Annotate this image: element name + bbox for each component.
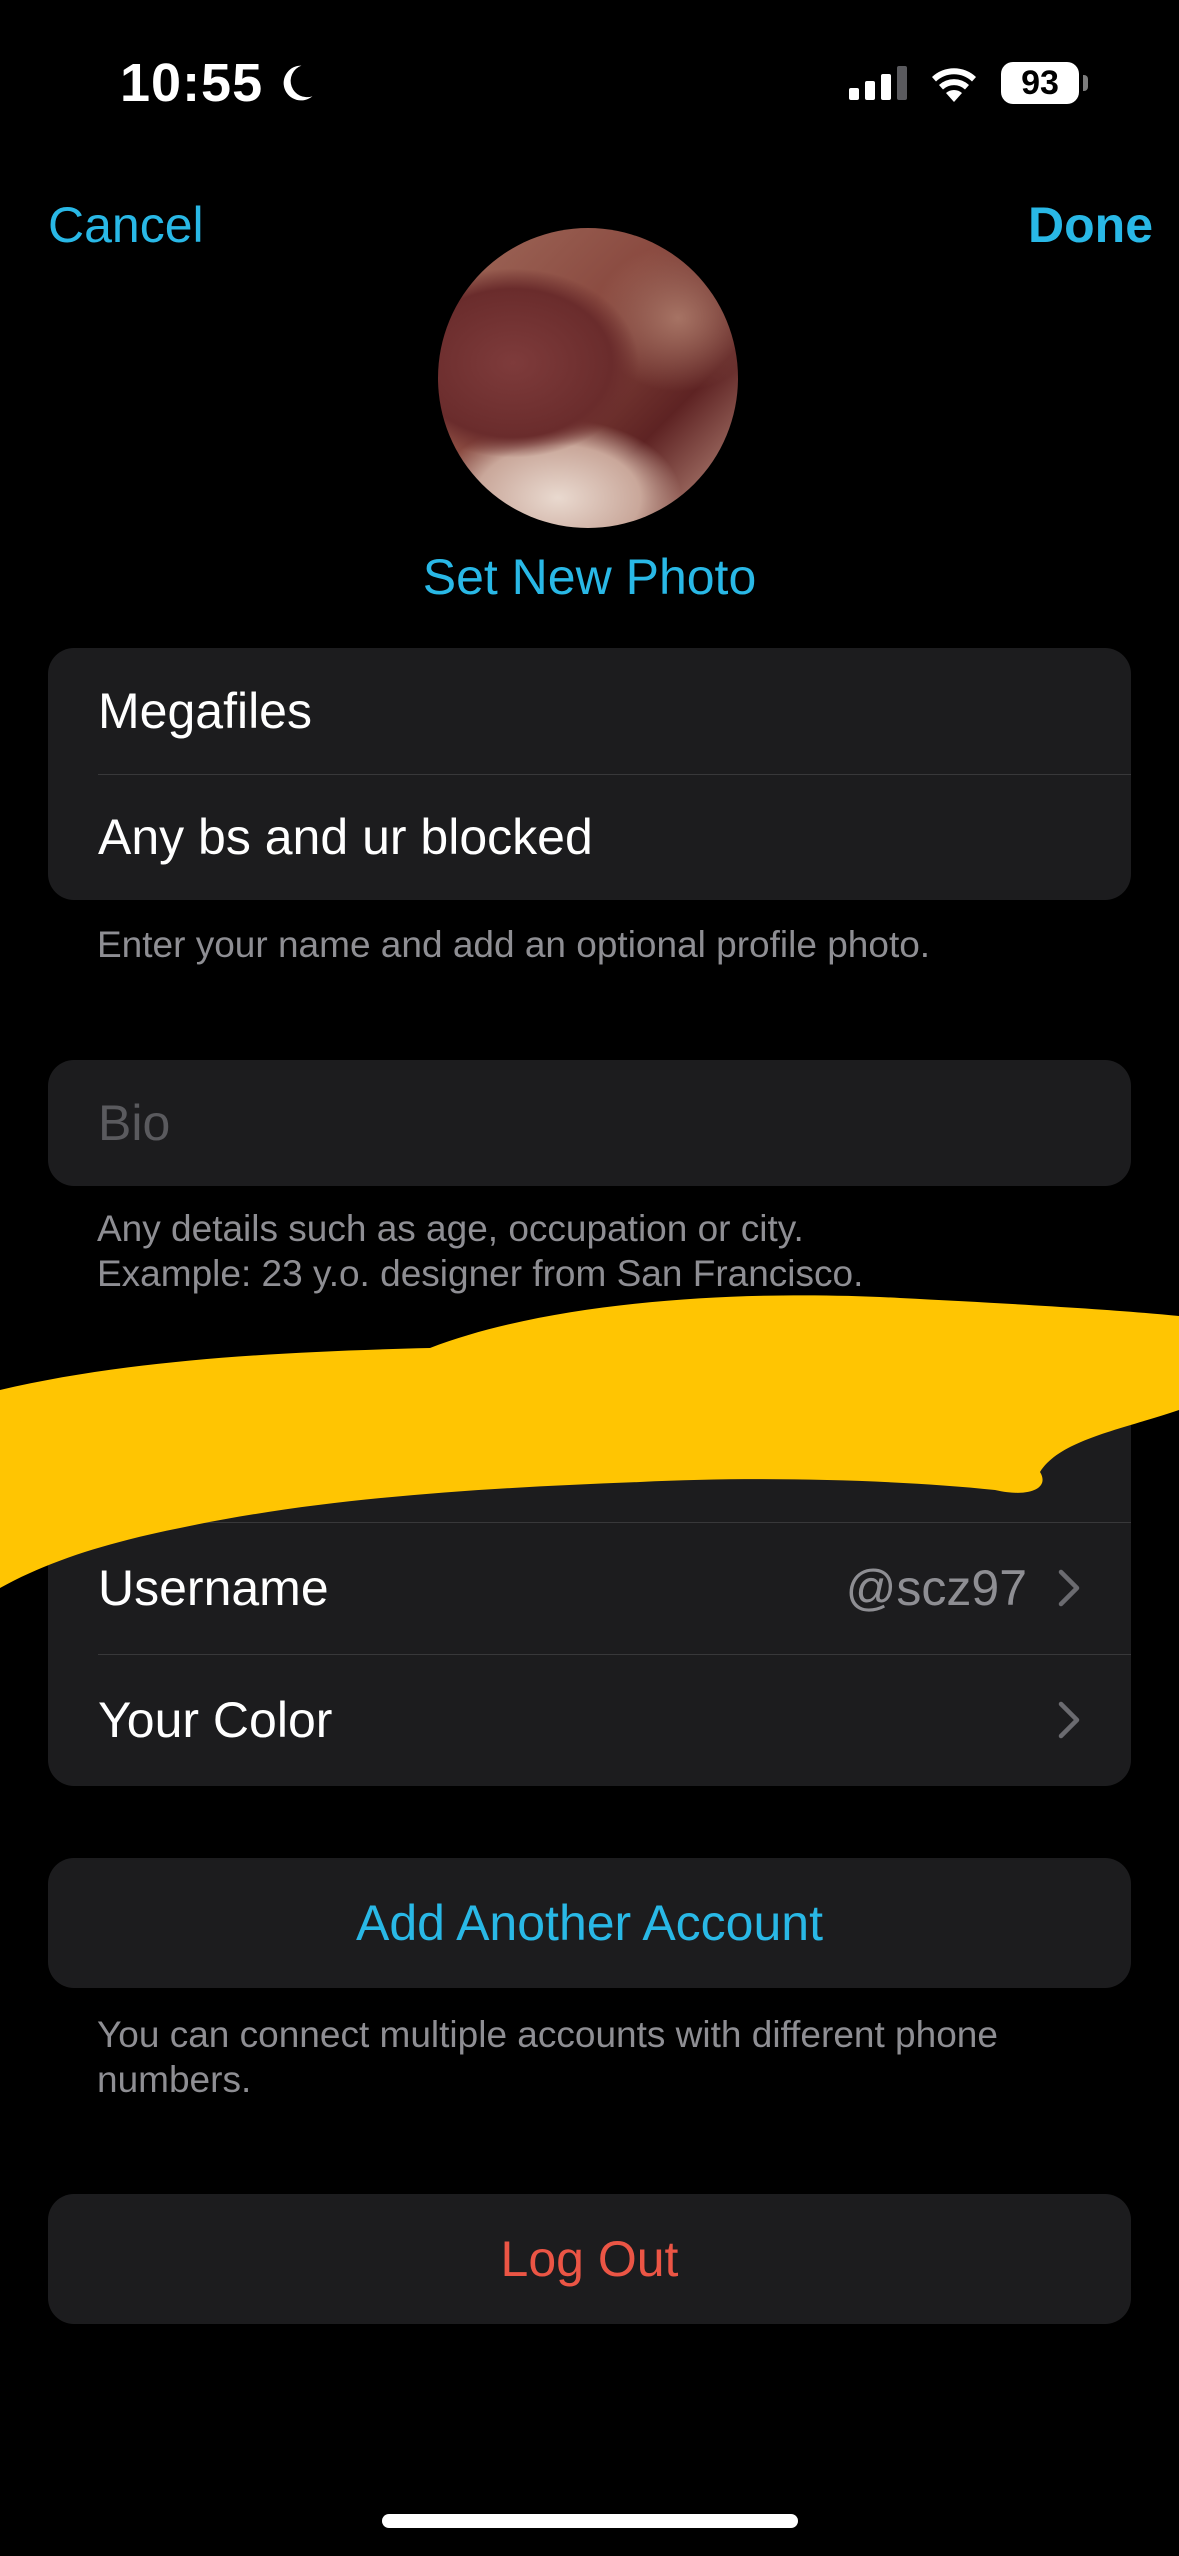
home-indicator[interactable] (382, 2514, 798, 2528)
cancel-button[interactable]: Cancel (48, 196, 204, 254)
add-another-account-label: Add Another Account (355, 1895, 824, 1951)
add-account-footnote: You can connect multiple accounts with d… (97, 2014, 998, 2100)
moon-icon (283, 65, 313, 101)
logout-group: Log Out (48, 2194, 1131, 2324)
chevron-right-icon (1058, 1701, 1080, 1739)
battery-level: 93 (1021, 63, 1059, 102)
bio-group: Bio (48, 1060, 1131, 1186)
log-out-button[interactable]: Log Out (48, 2194, 1131, 2324)
first-name-field[interactable]: Megafiles (48, 648, 1131, 774)
bio-footnote-line1: Any details such as age, occupation or c… (97, 1208, 804, 1249)
your-color-label: Your Color (98, 1692, 333, 1748)
status-time: 10:55 (120, 53, 264, 113)
name-footnote: Enter your name and add an optional prof… (97, 924, 931, 965)
redaction-scribble (0, 1295, 1179, 1588)
done-button[interactable]: Done (1028, 196, 1153, 254)
battery-icon: 93 (1001, 62, 1088, 104)
last-name-field[interactable]: Any bs and ur blocked (48, 774, 1131, 900)
wifi-icon (932, 68, 976, 102)
add-another-account-button[interactable]: Add Another Account (48, 1858, 1131, 1988)
bio-placeholder: Bio (98, 1095, 171, 1151)
profile-photo[interactable] (438, 228, 738, 528)
your-color-row[interactable]: Your Color (48, 1654, 1131, 1786)
signal-icon (849, 66, 907, 100)
last-name-value: Any bs and ur blocked (98, 809, 593, 865)
status-bar-time: 10:55 (120, 52, 317, 114)
first-name-value: Megafiles (98, 683, 312, 739)
bio-field[interactable]: Bio (48, 1060, 1131, 1186)
log-out-label: Log Out (500, 2231, 679, 2287)
name-group: Megafiles Any bs and ur blocked (48, 648, 1131, 900)
set-new-photo-button[interactable]: Set New Photo (0, 548, 1179, 606)
add-account-group: Add Another Account (48, 1858, 1131, 1988)
status-bar-right: 93 (849, 62, 1088, 104)
